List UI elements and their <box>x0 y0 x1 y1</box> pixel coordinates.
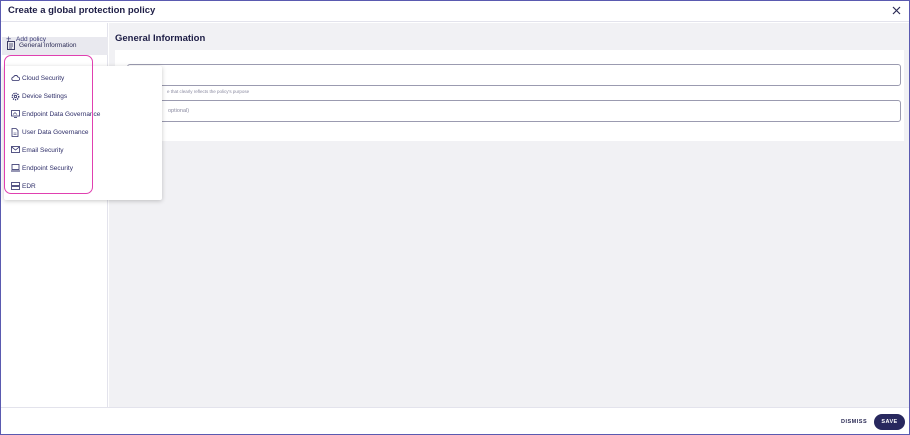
menu-item-label: Endpoint Data Governance <box>22 111 101 118</box>
laptop-icon <box>11 164 20 172</box>
dismiss-button[interactable]: DISMISS <box>841 419 867 425</box>
close-icon[interactable] <box>891 5 902 16</box>
save-button[interactable]: SAVE <box>874 414 905 430</box>
menu-item-edr[interactable]: EDR <box>4 179 154 195</box>
policy-name-helper-text: e that clearly reflects the policy's pur… <box>167 89 250 94</box>
sidebar-item-label: General Information <box>19 42 77 49</box>
envelope-icon <box>11 146 20 153</box>
menu-item-label: EDR <box>22 183 36 190</box>
dialog-title: Create a global protection policy <box>8 5 156 16</box>
gear-icon <box>11 92 20 101</box>
plus-icon: + <box>6 34 12 44</box>
add-policy-menu: Cloud Security Device Settings Endpoint … <box>4 66 162 200</box>
main-content: General Information e that clearly refle… <box>109 23 909 407</box>
menu-item-cloud-security[interactable]: Cloud Security <box>4 71 154 87</box>
menu-item-label: Endpoint Security <box>22 165 73 172</box>
menu-item-endpoint-data-governance[interactable]: Endpoint Data Governance <box>4 107 154 123</box>
policy-description-input[interactable]: optional) <box>127 100 901 122</box>
general-info-card: e that clearly reflects the policy's pur… <box>115 50 904 141</box>
menu-item-label: Device Settings <box>22 93 68 100</box>
monitor-icon <box>11 110 20 118</box>
cloud-icon <box>11 74 20 82</box>
description-placeholder: optional) <box>168 108 190 114</box>
menu-item-label: User Data Governance <box>22 129 89 136</box>
menu-item-user-data-governance[interactable]: User Data Governance <box>4 125 154 141</box>
dialog-footer: DISMISS SAVE <box>1 407 909 434</box>
server-icon <box>11 182 20 190</box>
menu-item-label: Cloud Security <box>22 75 65 82</box>
menu-item-endpoint-security[interactable]: Endpoint Security <box>4 161 154 177</box>
menu-item-device-settings[interactable]: Device Settings <box>4 89 154 105</box>
document-icon <box>11 128 19 137</box>
menu-item-email-security[interactable]: Email Security <box>4 143 154 159</box>
add-policy-label: Add policy <box>16 36 46 43</box>
menu-item-label: Email Security <box>22 147 64 154</box>
dialog-header: Create a global protection policy <box>1 1 909 22</box>
policy-name-input[interactable] <box>127 64 901 86</box>
section-title: General Information <box>115 33 206 44</box>
